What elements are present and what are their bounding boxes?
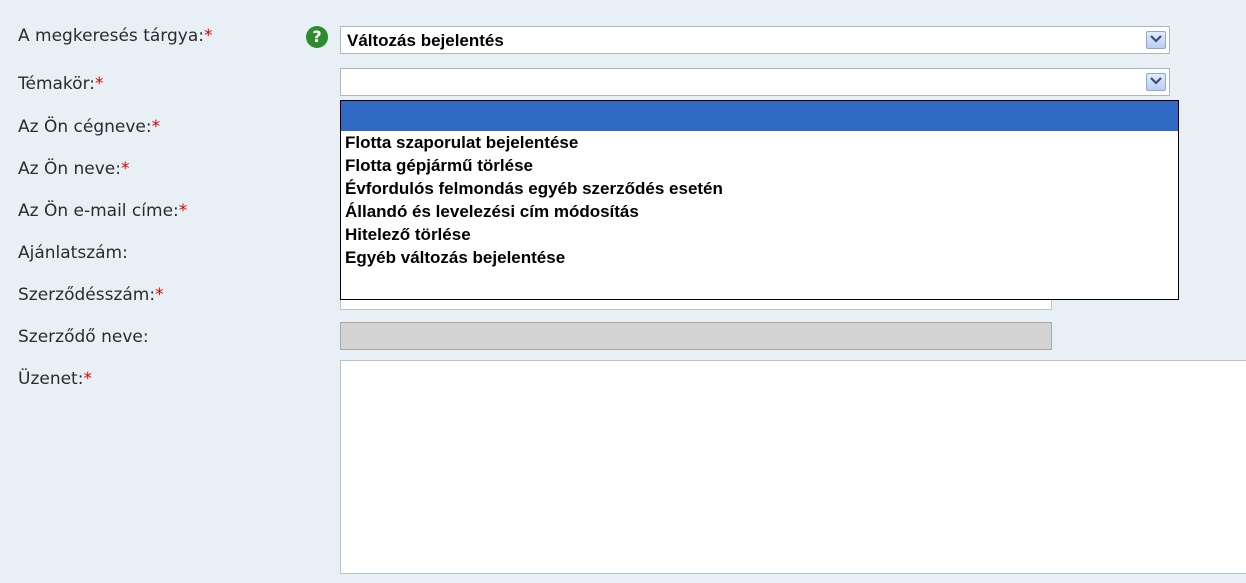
required-marker: * (95, 74, 104, 94)
subject-select-value: Változás bejelentés (347, 31, 504, 50)
dropdown-option[interactable]: Flotta gépjármű törlése (341, 154, 1178, 177)
dropdown-option[interactable]: Flotta szaporulat bejelentése (341, 131, 1178, 154)
subject-select[interactable]: Változás bejelentés (340, 26, 1170, 54)
dropdown-option[interactable]: Egyéb változás bejelentése (341, 246, 1178, 269)
required-marker: * (83, 369, 92, 389)
subject-label: A megkeresés tárgya:* (18, 26, 213, 46)
contractor-name-input (340, 322, 1052, 350)
chevron-down-icon[interactable] (1146, 31, 1166, 49)
topic-label: Témakör:* (18, 74, 104, 94)
required-marker: * (121, 159, 130, 179)
dropdown-option[interactable]: Évfordulós felmondás egyéb szerződés ese… (341, 177, 1178, 200)
required-marker: * (203, 26, 213, 46)
offer-number-label: Ajánlatszám: (18, 243, 128, 263)
name-label: Az Ön neve:* (18, 159, 130, 179)
company-label: Az Ön cégneve:* (18, 117, 161, 137)
chevron-down-icon[interactable] (1146, 73, 1166, 91)
email-label: Az Ön e-mail címe:* (18, 201, 188, 221)
required-marker: * (151, 117, 161, 137)
topic-dropdown-list[interactable]: Flotta szaporulat bejelentése Flotta gép… (340, 100, 1179, 300)
dropdown-option-blank[interactable] (341, 101, 1178, 131)
message-label: Üzenet:* (18, 369, 92, 389)
topic-select[interactable] (340, 68, 1170, 96)
dropdown-option[interactable]: Állandó és levelezési cím módosítás (341, 200, 1178, 223)
required-marker: * (178, 201, 188, 221)
help-icon[interactable]: ? (306, 26, 328, 48)
contractor-name-label: Szerződő neve: (18, 327, 149, 347)
dropdown-option[interactable]: Hitelező törlése (341, 223, 1178, 246)
required-marker: * (155, 285, 164, 305)
contract-number-label: Szerződésszám:* (18, 285, 164, 305)
message-textarea[interactable] (340, 360, 1246, 574)
